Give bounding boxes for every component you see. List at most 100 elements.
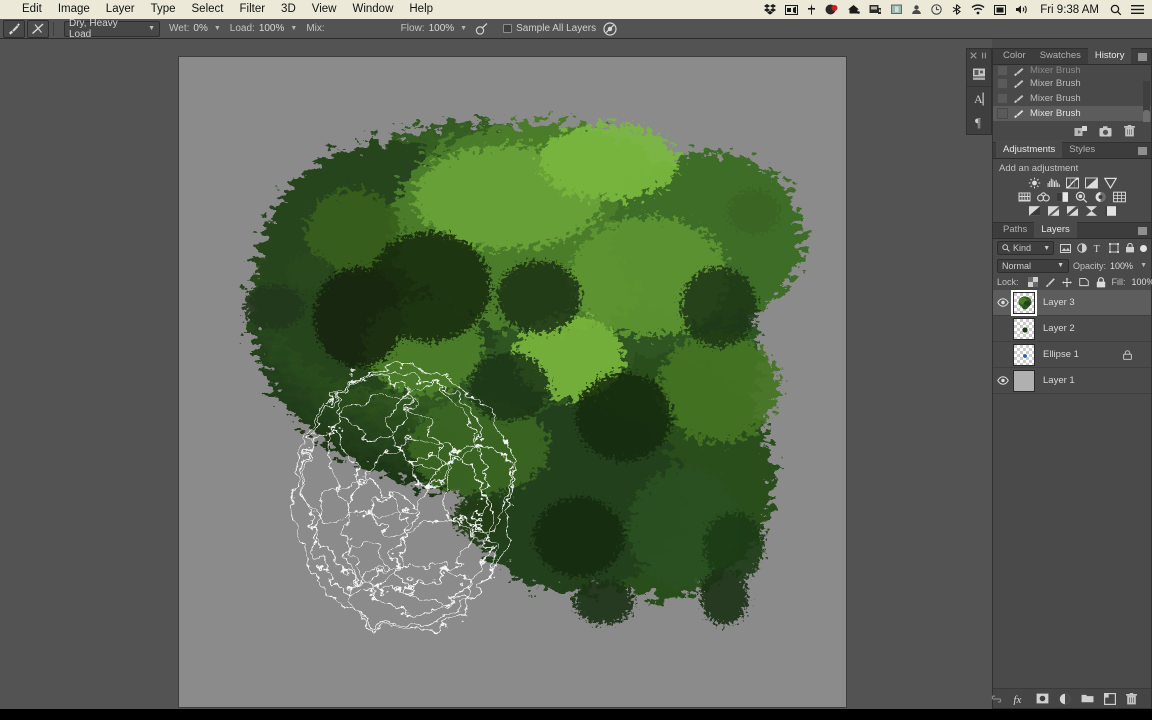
load-value[interactable]: 100% [259, 23, 285, 34]
wet-chevron-icon[interactable]: ▼ [214, 25, 221, 32]
panel-menu-icon[interactable] [1138, 227, 1147, 235]
notification-center-icon[interactable] [1131, 4, 1144, 15]
expand-panels-icon[interactable] [980, 52, 988, 59]
menu-item-filter[interactable]: Filter [231, 0, 273, 19]
volume-icon[interactable] [1015, 4, 1029, 15]
layer-list[interactable]: Layer 3 Layer 2 Ellipse 1 Layer 1 [993, 290, 1151, 688]
layer-visibility-toggle[interactable] [993, 342, 1013, 368]
invert-icon[interactable] [1028, 205, 1041, 216]
delete-state-icon[interactable] [1124, 125, 1135, 137]
tab-styles[interactable]: Styles [1062, 142, 1102, 158]
user-icon[interactable] [911, 4, 922, 15]
layer-thumbnail[interactable] [1013, 343, 1035, 366]
collapsed-panel-column[interactable]: A ¶ [966, 48, 992, 135]
tab-paths[interactable]: Paths [996, 222, 1034, 238]
workspace[interactable] [0, 39, 992, 709]
filter-shape-icon[interactable] [1108, 243, 1119, 254]
menu-item-layer[interactable]: Layer [98, 0, 143, 19]
exposure-icon[interactable] [1084, 177, 1098, 188]
menu-item-3d[interactable]: 3D [273, 0, 304, 19]
channel-mixer-icon[interactable] [1094, 191, 1107, 202]
hue-saturation-icon[interactable] [1018, 191, 1031, 202]
threshold-icon[interactable] [1066, 205, 1079, 216]
levels-icon[interactable] [1047, 177, 1060, 188]
menu-item-window[interactable]: Window [344, 0, 401, 19]
history-item[interactable]: Mixer Brush [993, 91, 1151, 106]
tab-history[interactable]: History [1087, 48, 1132, 64]
history-scrollbar-thumb[interactable] [1143, 110, 1150, 122]
airbrush-icon[interactable] [474, 21, 489, 36]
curves-icon[interactable] [1065, 177, 1079, 188]
display-icon[interactable] [891, 4, 903, 15]
screen-recorder-icon[interactable] [785, 4, 799, 15]
layer-filter-kind-select[interactable]: Kind ▼ [997, 241, 1055, 255]
opacity-value[interactable]: 100% [1110, 261, 1133, 271]
lock-artboard-icon[interactable] [1078, 277, 1089, 287]
load-chevron-icon[interactable]: ▼ [290, 25, 297, 32]
brightness-contrast-icon[interactable] [1028, 177, 1041, 188]
flow-value[interactable]: 100% [429, 23, 455, 34]
layer-thumbnail[interactable] [1011, 290, 1037, 316]
create-document-from-state-icon[interactable] [1074, 125, 1087, 137]
lock-image-pixels-icon[interactable] [1045, 277, 1055, 287]
search-icon[interactable] [1110, 4, 1122, 16]
brush-preset-picker-icon[interactable] [27, 19, 49, 38]
wet-value[interactable]: 0% [193, 23, 207, 34]
filter-pixel-icon[interactable] [1060, 243, 1072, 254]
filter-adjustment-icon[interactable] [1076, 243, 1087, 254]
tab-color[interactable]: Color [996, 48, 1033, 64]
document-canvas[interactable] [179, 57, 846, 707]
delete-layer-icon[interactable] [1126, 692, 1137, 705]
lock-all-icon[interactable] [1096, 276, 1106, 287]
colorsync-icon[interactable] [825, 4, 838, 15]
layer-name[interactable]: Layer 3 [1043, 297, 1075, 308]
selective-color-icon[interactable] [1104, 205, 1117, 216]
table-row[interactable]: Layer 2 [993, 316, 1151, 342]
wifi-icon[interactable] [971, 4, 985, 15]
panel-menu-icon[interactable] [1138, 147, 1147, 155]
menu-item-type[interactable]: Type [143, 0, 184, 19]
backup-icon[interactable] [869, 4, 882, 15]
table-row[interactable]: Layer 3 [993, 290, 1151, 316]
table-row[interactable]: Layer 1 [993, 368, 1151, 394]
menu-item-image[interactable]: Image [50, 0, 98, 19]
history-item[interactable]: Mixer Brush [993, 76, 1151, 91]
create-snapshot-icon[interactable] [1099, 125, 1112, 137]
link-layers-icon[interactable] [990, 692, 1003, 705]
lock-transparent-pixels-icon[interactable] [1027, 277, 1038, 287]
black-white-icon[interactable] [1056, 191, 1069, 202]
menubar-clock[interactable]: Fri 9:38 AM [1038, 4, 1101, 16]
lock-position-icon[interactable] [1061, 277, 1072, 287]
timemachine-icon[interactable] [931, 4, 942, 15]
add-layer-mask-icon[interactable] [1036, 692, 1049, 705]
bluetooth-icon[interactable] [951, 4, 962, 15]
layer-visibility-toggle[interactable] [993, 290, 1013, 316]
color-balance-icon[interactable] [1037, 191, 1050, 202]
layer-name[interactable]: Layer 2 [1043, 323, 1075, 334]
flow-chevron-icon[interactable]: ▼ [460, 25, 467, 32]
layer-visibility-toggle[interactable] [993, 316, 1013, 342]
filter-type-icon[interactable]: T [1092, 243, 1103, 254]
layer-name[interactable]: Layer 1 [1043, 375, 1075, 386]
screen-icon[interactable] [994, 4, 1007, 15]
color-lookup-icon[interactable] [1113, 191, 1126, 202]
blend-mode-select[interactable]: Normal ▼ [997, 258, 1070, 273]
character-panel-collapsed-icon[interactable]: A [967, 87, 991, 111]
new-adjustment-layer-icon[interactable] [1059, 692, 1071, 705]
paragraph-panel-collapsed-icon[interactable]: ¶ [967, 110, 991, 134]
layer-style-fx-icon[interactable]: fx [1013, 692, 1026, 705]
menu-item-help[interactable]: Help [401, 0, 441, 19]
tab-swatches[interactable]: Swatches [1033, 48, 1088, 64]
history-item-selected[interactable]: Mixer Brush [993, 106, 1151, 121]
table-row[interactable]: Ellipse 1 [993, 342, 1151, 368]
dropbox-alt-icon[interactable] [847, 4, 860, 15]
photo-filter-icon[interactable] [1075, 191, 1088, 203]
new-layer-icon[interactable] [1104, 692, 1116, 705]
filter-smartobject-icon[interactable] [1124, 243, 1135, 254]
history-item[interactable]: Mixer Brush [993, 65, 1151, 76]
menu-item-select[interactable]: Select [184, 0, 232, 19]
opacity-chevron-icon[interactable]: ▼ [1140, 262, 1147, 269]
dropbox-icon[interactable] [764, 4, 777, 15]
menu-item-edit[interactable]: Edit [14, 0, 50, 19]
antenna-icon[interactable] [807, 4, 816, 15]
